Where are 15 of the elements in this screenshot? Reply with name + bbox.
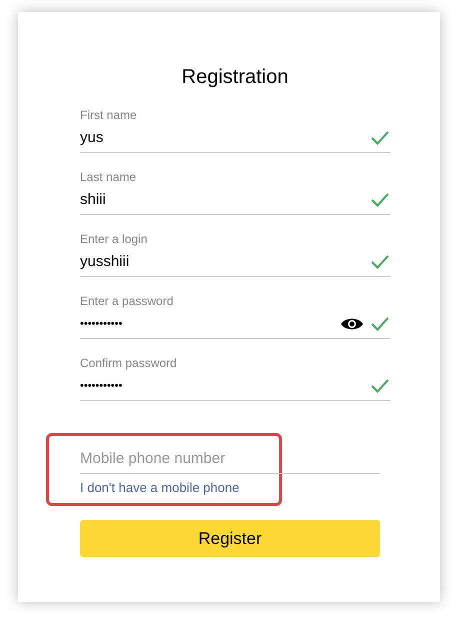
input-field[interactable]: •••••••••••: [80, 371, 390, 401]
form-title: Registration: [180, 66, 290, 89]
field-label: Confirm password: [80, 355, 178, 371]
field-label: Last name: [80, 169, 138, 185]
input-field[interactable]: shiii: [80, 185, 390, 215]
input-field[interactable]: yusshiii: [80, 247, 390, 277]
no-phone-link[interactable]: I don't have a mobile phone: [80, 480, 240, 495]
phone-field[interactable]: Mobile phone number: [80, 440, 380, 474]
field-label: Enter a password: [80, 293, 174, 309]
input-field[interactable]: •••••••••••: [80, 309, 390, 339]
register-button[interactable]: Register: [80, 520, 380, 557]
field-label: First name: [80, 107, 138, 123]
eye-icon[interactable]: [340, 316, 364, 330]
field-label: Enter a login: [80, 231, 148, 247]
input-field[interactable]: yus: [80, 123, 390, 153]
